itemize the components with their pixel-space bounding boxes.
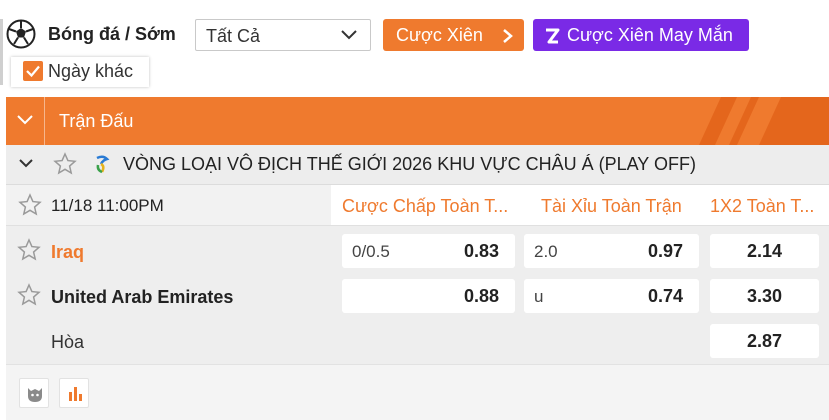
under-price: 0.74 (647, 286, 683, 306)
away-win-odds[interactable]: 3.30 (710, 279, 819, 313)
parlay-label: Cược Xiên (396, 25, 483, 45)
league-row[interactable]: VÒNG LOẠI VÔ ĐỊCH THẾ GIỚI 2026 KHU VỰC … (6, 145, 829, 185)
over-price: 0.97 (647, 241, 683, 261)
draw-odds[interactable]: 2.87 (710, 324, 819, 358)
matches-section-header[interactable]: Trận Đấu (6, 97, 829, 145)
header-divider (44, 97, 45, 145)
lucky-parlay-label: Cược Xiên May Mắn (567, 25, 733, 45)
home-handicap-price: 0.83 (463, 241, 499, 261)
bar-chart-icon (69, 387, 82, 401)
lucky-parlay-button[interactable]: Cược Xiên May Mắn (533, 19, 749, 51)
over-line: 2.0 (534, 242, 558, 261)
mascot-icon (28, 388, 42, 402)
other-day-checkbox[interactable]: Ngày khác (11, 57, 149, 87)
over-odds[interactable]: 2.0 0.97 (524, 234, 699, 268)
home-team-name: Iraq (51, 242, 85, 262)
under-odds[interactable]: u 0.74 (524, 279, 699, 313)
home-win-price: 2.14 (746, 241, 783, 261)
favorite-star-icon[interactable] (18, 193, 42, 217)
kickoff-cell: 11/18 11:00PM (6, 185, 331, 225)
home-win-odds[interactable]: 2.14 (710, 234, 819, 268)
handicap-market-title[interactable]: Cược Chấp Toàn T... (342, 196, 508, 217)
favorite-star-icon[interactable] (17, 238, 41, 262)
match-body: Iraq 0/0.5 0.83 2.0 0.97 2.14 United Ara… (6, 226, 829, 364)
checkbox-checked-icon (23, 61, 43, 81)
lucky-z-icon (546, 28, 560, 44)
favorite-star-icon[interactable] (17, 283, 41, 307)
collapse-chevron-icon[interactable] (16, 114, 34, 126)
home-handicap-line: 0/0.5 (352, 242, 390, 261)
home-handicap-odds[interactable]: 0/0.5 0.83 (342, 234, 515, 268)
window-edge (0, 19, 3, 85)
soccer-ball-icon (6, 19, 36, 49)
match-footer (6, 364, 829, 420)
other-day-label: Ngày khác (48, 61, 134, 81)
away-team-name: United Arab Emirates (51, 287, 234, 307)
away-handicap-odds[interactable]: 0.88 (342, 279, 515, 313)
chevron-down-icon[interactable] (18, 158, 34, 170)
draw-price: 2.87 (746, 331, 783, 351)
league-name: VÒNG LOẠI VÔ ĐỊCH THẾ GIỚI 2026 KHU VỰC … (123, 154, 696, 174)
over-under-market-title[interactable]: Tài Xỉu Toàn Trận (541, 196, 682, 217)
header-stripes-decoration (699, 97, 829, 145)
league-logo-icon (96, 155, 110, 174)
section-title: Trận Đấu (59, 111, 134, 131)
kickoff-time: 11/18 11:00PM (51, 196, 164, 215)
filter-value: Tất Cả (206, 26, 261, 46)
stats-chart-button[interactable] (59, 378, 89, 408)
parlay-button[interactable]: Cược Xiên (383, 19, 524, 51)
chevron-down-icon (341, 30, 357, 40)
1x2-market-title[interactable]: 1X2 Toàn T... (710, 196, 814, 217)
draw-label: Hòa (51, 332, 85, 352)
favorite-star-icon[interactable] (53, 152, 77, 176)
market-header-row: 11/18 11:00PM Cược Chấp Toàn T... Tài Xỉ… (6, 185, 829, 226)
away-handicap-price: 0.88 (463, 286, 499, 306)
stats-mascot-button[interactable] (19, 378, 49, 408)
sport-title: Bóng đá / Sớm (48, 24, 176, 44)
chevron-right-icon (503, 29, 513, 43)
under-line: u (534, 287, 544, 306)
filter-select[interactable]: Tất Cả (195, 19, 371, 51)
away-win-price: 3.30 (746, 286, 783, 306)
